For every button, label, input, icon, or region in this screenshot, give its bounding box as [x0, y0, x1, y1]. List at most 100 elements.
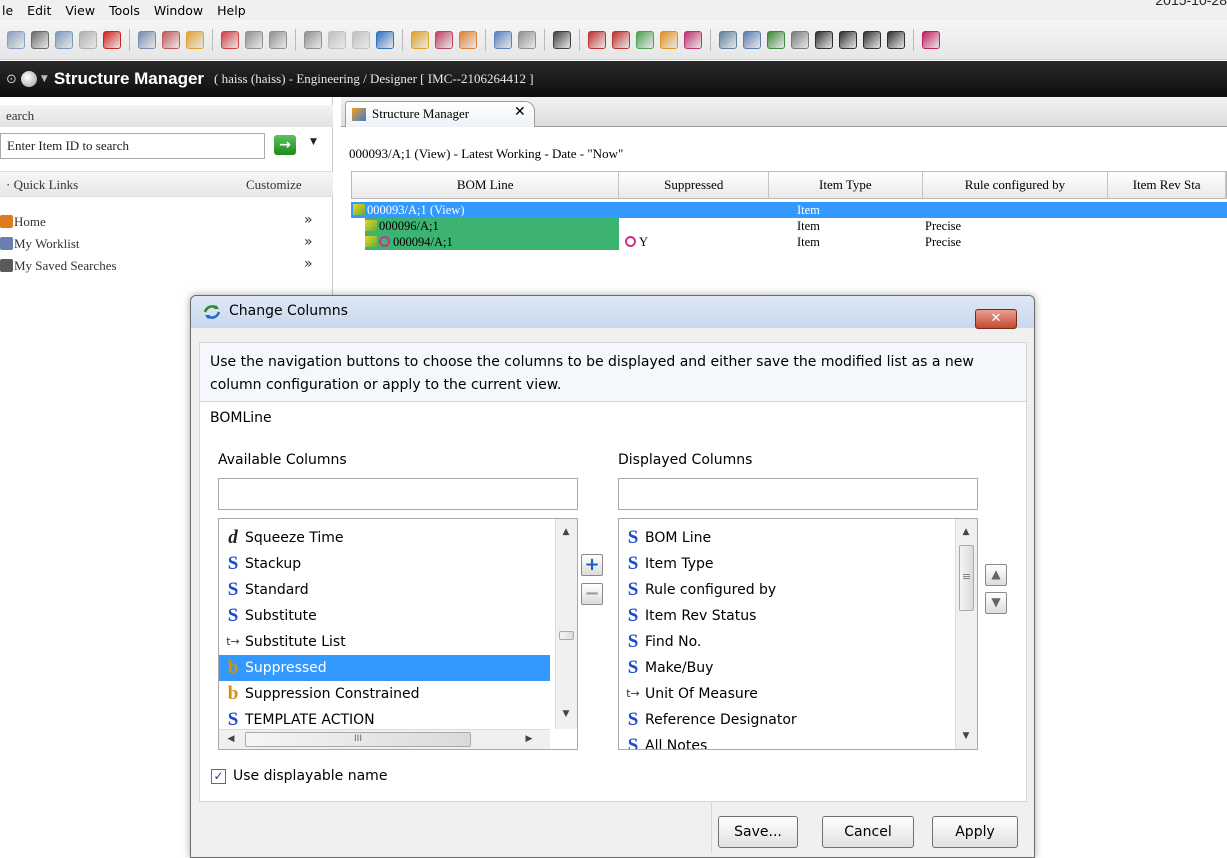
quick-link-item[interactable]: My Saved Searches »	[0, 255, 333, 277]
bom-line-node[interactable]: 000096/A;1	[365, 218, 619, 234]
expand-chevron-icon[interactable]: »	[304, 212, 313, 228]
quick-links-header[interactable]: · Quick Links Customize	[0, 171, 333, 197]
bom-line-node[interactable]: 000093/A;1 (View)	[353, 203, 465, 217]
dialog-close-button[interactable]: ✕	[975, 309, 1017, 329]
toolbar-button-icon[interactable]	[138, 30, 156, 49]
toolbar-button-icon[interactable]	[863, 30, 881, 49]
column-header[interactable]: Suppressed	[619, 172, 770, 198]
add-column-button[interactable]: +	[581, 554, 603, 576]
toolbar-button-icon[interactable]	[31, 30, 49, 49]
move-down-button[interactable]: ▼	[985, 592, 1007, 614]
toolbar-button-icon[interactable]	[162, 30, 180, 49]
toolbar-button-icon[interactable]	[352, 30, 370, 49]
toolbar-button-icon[interactable]	[518, 30, 536, 49]
toolbar-button-icon[interactable]	[328, 30, 346, 49]
displayed-columns-list[interactable]: S BOM Line S Item Type S Rule configured by S I…	[618, 518, 978, 750]
toolbar-button-icon[interactable]	[767, 30, 785, 49]
toolbar-button-icon[interactable]	[186, 30, 204, 49]
scroll-right-icon[interactable]: ▶	[519, 730, 539, 748]
item-id-search-input[interactable]: Enter Item ID to search	[0, 133, 265, 159]
column-list-item[interactable]: b Suppressed	[219, 655, 550, 681]
column-list-item[interactable]: S Make/Buy	[619, 655, 950, 681]
quick-link-item[interactable]: My Worklist »	[0, 233, 333, 255]
apply-button[interactable]: Apply	[932, 816, 1018, 848]
toolbar-button-icon[interactable]	[791, 30, 809, 49]
scroll-down-icon[interactable]: ▼	[556, 705, 576, 723]
available-columns-filter-input[interactable]	[218, 478, 578, 510]
available-horizontal-scrollbar[interactable]: ◀ III ▶	[219, 729, 550, 749]
toolbar-button-icon[interactable]	[55, 30, 73, 49]
column-list-item[interactable]: d Squeeze Time	[219, 525, 550, 551]
available-vertical-scrollbar[interactable]: ▲ ▼	[555, 519, 577, 729]
tab-structure-manager[interactable]: Structure Manager ✕	[345, 101, 535, 127]
menu-item-4[interactable]: Window	[154, 3, 203, 18]
scroll-up-icon[interactable]: ▲	[956, 523, 976, 541]
available-columns-list[interactable]: d Squeeze Time S Stackup S Standard S Substitut…	[218, 518, 578, 750]
column-list-item[interactable]: t→ Substitute List	[219, 629, 550, 655]
remove-column-button[interactable]: −	[581, 583, 603, 605]
column-header[interactable]: BOM Line	[352, 172, 620, 198]
toolbar-button-icon[interactable]	[887, 30, 905, 49]
search-options-caret-icon[interactable]: ▼	[310, 137, 317, 147]
toolbar-button-icon[interactable]	[245, 30, 263, 49]
toolbar-button-icon[interactable]	[376, 30, 394, 49]
column-list-item[interactable]: S Find No.	[619, 629, 950, 655]
menu-item-0[interactable]: le	[2, 3, 13, 18]
use-displayable-name-checkbox[interactable]: ✓	[211, 769, 226, 784]
column-list-item[interactable]: S Item Rev Status	[619, 603, 950, 629]
menu-item-2[interactable]: View	[65, 3, 95, 18]
cancel-button[interactable]: Cancel	[822, 816, 914, 848]
quick-link-item[interactable]: Home »	[0, 211, 333, 233]
bom-table-row[interactable]: 000096/A;1 Item Precise	[351, 218, 1227, 234]
toolbar-button-icon[interactable]	[588, 30, 606, 49]
column-header[interactable]: Rule configured by	[923, 172, 1109, 198]
column-list-item[interactable]: S Substitute	[219, 603, 550, 629]
toolbar-button-icon[interactable]	[684, 30, 702, 49]
menu-item-1[interactable]: Edit	[27, 3, 51, 18]
column-list-item[interactable]: b Suppression Constrained	[219, 681, 550, 707]
column-list-item[interactable]: S Item Type	[619, 551, 950, 577]
expand-chevron-icon[interactable]: »	[304, 256, 313, 272]
bom-line-node[interactable]: 000094/A;1	[365, 234, 619, 250]
toolbar-button-icon[interactable]	[636, 30, 654, 49]
menu-item-5[interactable]: Help	[217, 3, 246, 18]
toolbar-button-icon[interactable]	[494, 30, 512, 49]
displayed-columns-filter-input[interactable]	[618, 478, 978, 510]
scroll-down-icon[interactable]: ▼	[956, 727, 976, 745]
toolbar-button-icon[interactable]	[269, 30, 287, 49]
menu-item-3[interactable]: Tools	[109, 3, 140, 18]
toolbar-button-icon[interactable]	[922, 30, 940, 49]
toolbar-button-icon[interactable]	[435, 30, 453, 49]
column-list-item[interactable]: S Reference Designator	[619, 707, 950, 733]
scroll-thumb[interactable]	[559, 631, 574, 640]
customize-link[interactable]: Customize	[246, 177, 302, 193]
scroll-left-icon[interactable]: ◀	[221, 730, 241, 748]
column-list-item[interactable]: S Rule configured by	[619, 577, 950, 603]
toolbar-button-icon[interactable]	[839, 30, 857, 49]
horizontal-scroll-thumb[interactable]: III	[245, 732, 471, 747]
toolbar-button-icon[interactable]	[612, 30, 630, 49]
toolbar-button-icon[interactable]	[660, 30, 678, 49]
toolbar-button-icon[interactable]	[103, 30, 121, 49]
bom-table-row[interactable]: 000094/A;1 Y Item Precise	[351, 234, 1227, 250]
column-list-item[interactable]: S BOM Line	[619, 525, 950, 551]
scroll-up-icon[interactable]: ▲	[556, 523, 576, 541]
toolbar-button-icon[interactable]	[719, 30, 737, 49]
toolbar-button-icon[interactable]	[221, 30, 239, 49]
app-menu-caret-icon[interactable]: ▼	[41, 74, 48, 84]
back-icon[interactable]: ⊙	[6, 72, 17, 87]
toolbar-button-icon[interactable]	[79, 30, 97, 49]
toolbar-button-icon[interactable]	[411, 30, 429, 49]
close-tab-icon[interactable]: ✕	[514, 104, 526, 120]
column-list-item[interactable]: t→ Unit Of Measure	[619, 681, 950, 707]
toolbar-button-icon[interactable]	[553, 30, 571, 49]
app-menu-icon[interactable]	[20, 71, 37, 87]
toolbar-button-icon[interactable]	[459, 30, 477, 49]
displayed-vertical-scrollbar[interactable]: ▲ ≡ ▼	[955, 519, 977, 749]
column-header[interactable]: Item Type	[769, 172, 923, 198]
toolbar-button-icon[interactable]	[7, 30, 25, 49]
toolbar-button-icon[interactable]	[743, 30, 761, 49]
search-go-button[interactable]: →	[274, 135, 296, 155]
scroll-thumb[interactable]: ≡	[959, 545, 974, 611]
column-list-item[interactable]: S Stackup	[219, 551, 550, 577]
